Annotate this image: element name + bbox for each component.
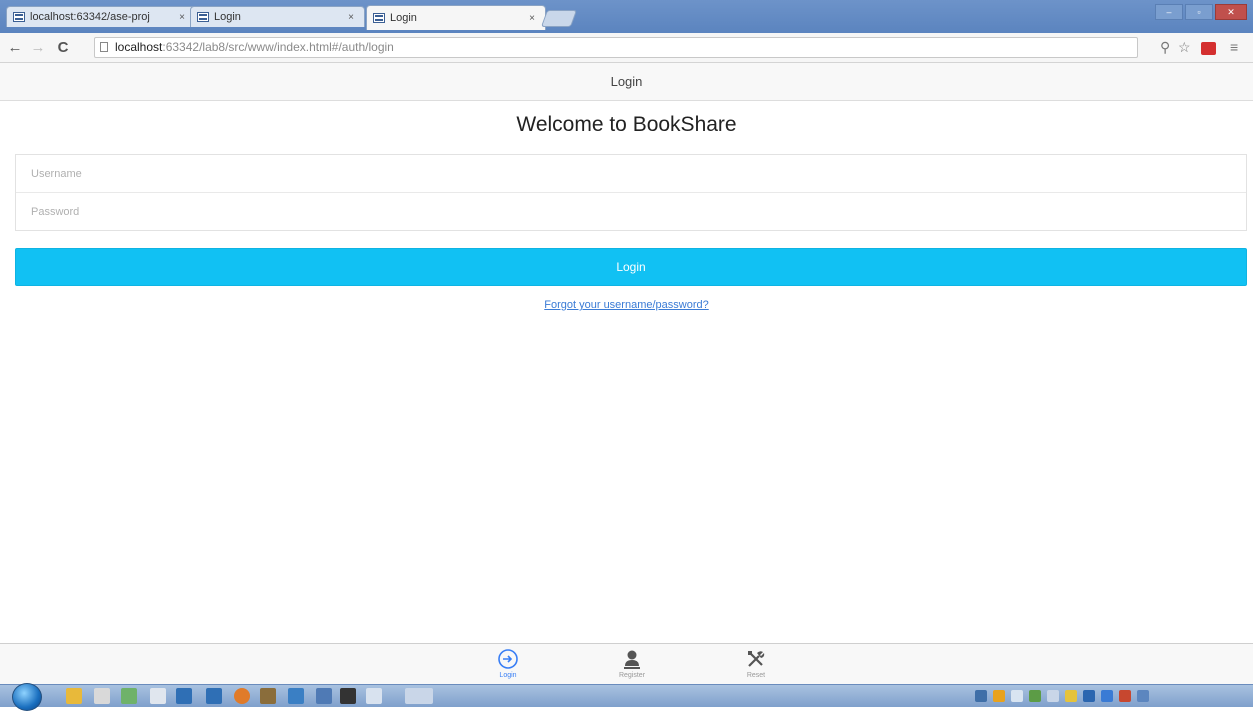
tab-close-icon[interactable]: × bbox=[175, 12, 189, 23]
page-favicon-icon bbox=[373, 13, 385, 23]
reload-button[interactable]: C bbox=[54, 39, 72, 57]
bottom-tab-bar: Login Register Reset bbox=[0, 643, 1253, 684]
tray-icon[interactable] bbox=[1137, 690, 1149, 702]
search-icon[interactable]: ⚲ bbox=[1160, 39, 1170, 56]
login-icon bbox=[478, 648, 538, 670]
tray-icon[interactable] bbox=[1011, 690, 1023, 702]
app-icon[interactable] bbox=[316, 688, 332, 704]
new-tab-button[interactable] bbox=[540, 10, 578, 27]
tab-login-label: Login bbox=[499, 672, 517, 679]
app-icon[interactable] bbox=[366, 688, 382, 704]
close-window-button[interactable]: ✕ bbox=[1215, 4, 1247, 20]
maximize-button[interactable]: ▫ bbox=[1185, 4, 1213, 20]
tray-icon[interactable] bbox=[1083, 690, 1095, 702]
tray-icon[interactable] bbox=[1029, 690, 1041, 702]
app-icon[interactable] bbox=[176, 688, 192, 704]
browser-tab[interactable]: localhost:63342/ase-proj × bbox=[6, 6, 196, 27]
browser-toolbar: ← → C localhost:63342/lab8/src/www/index… bbox=[0, 33, 1253, 63]
browser-tab-active[interactable]: Login × bbox=[366, 5, 546, 30]
browser-app-icon[interactable] bbox=[234, 688, 250, 704]
app-header: Login bbox=[0, 63, 1253, 101]
bookmark-star-icon[interactable]: ☆ bbox=[1178, 39, 1191, 56]
tab-register[interactable]: Register bbox=[602, 648, 662, 679]
login-form bbox=[15, 154, 1247, 231]
browser-tab-label: Login bbox=[390, 12, 417, 24]
browser-tab-label: localhost:63342/ase-proj bbox=[30, 11, 150, 23]
tray-icon[interactable] bbox=[1065, 690, 1077, 702]
tab-login[interactable]: Login bbox=[478, 648, 538, 679]
username-input[interactable] bbox=[31, 168, 1246, 180]
window-controls: – ▫ ✕ bbox=[1153, 4, 1247, 20]
tab-close-icon[interactable]: × bbox=[344, 12, 358, 23]
tray-icon[interactable] bbox=[1119, 690, 1131, 702]
app-icon[interactable] bbox=[94, 688, 110, 704]
tools-icon bbox=[726, 648, 786, 670]
page-favicon-icon bbox=[197, 12, 209, 22]
app-icon[interactable] bbox=[150, 688, 166, 704]
login-button[interactable]: Login bbox=[15, 248, 1247, 286]
tray-icon[interactable] bbox=[1047, 690, 1059, 702]
app-icon[interactable] bbox=[340, 688, 356, 704]
tray-icon[interactable] bbox=[1101, 690, 1113, 702]
forward-button[interactable]: → bbox=[29, 39, 47, 57]
app-icon[interactable] bbox=[288, 688, 304, 704]
tray-icon[interactable] bbox=[975, 690, 987, 702]
page-icon bbox=[100, 42, 108, 52]
address-bar[interactable]: localhost:63342/lab8/src/www/index.html#… bbox=[94, 37, 1138, 58]
welcome-heading: Welcome to BookShare bbox=[516, 113, 737, 136]
app-icon[interactable] bbox=[405, 688, 433, 704]
page-title: Login bbox=[610, 74, 643, 89]
browser-tab[interactable]: Login × bbox=[190, 6, 365, 27]
password-input[interactable] bbox=[31, 206, 1246, 218]
app-icon[interactable] bbox=[260, 688, 276, 704]
tab-reset-label: Reset bbox=[746, 672, 766, 679]
explorer-icon[interactable] bbox=[66, 688, 82, 704]
person-icon bbox=[602, 648, 662, 670]
tab-reset[interactable]: Reset bbox=[726, 648, 786, 679]
username-row bbox=[16, 155, 1246, 193]
browser-tab-label: Login bbox=[214, 11, 241, 23]
forgot-password-link[interactable]: Forgot your username/password? bbox=[544, 299, 708, 311]
address-path: :63342/lab8/src/www/index.html#/auth/log… bbox=[162, 40, 394, 54]
address-host: localhost bbox=[115, 40, 163, 54]
back-button[interactable]: ← bbox=[6, 39, 24, 57]
app-icon[interactable] bbox=[206, 688, 222, 704]
browser-titlebar: localhost:63342/ase-proj × Login × Login… bbox=[0, 0, 1253, 33]
windows-taskbar bbox=[0, 683, 1253, 711]
tab-close-icon[interactable]: × bbox=[525, 13, 539, 24]
tray-icon[interactable] bbox=[993, 690, 1005, 702]
app-icon[interactable] bbox=[121, 688, 137, 704]
page-favicon-icon bbox=[13, 12, 25, 22]
menu-icon[interactable]: ≡ bbox=[1230, 39, 1238, 55]
password-row bbox=[16, 193, 1246, 231]
forgot-row: Forgot your username/password? bbox=[0, 299, 1253, 311]
tab-register-label: Register bbox=[618, 672, 646, 679]
extension-icon[interactable] bbox=[1201, 42, 1216, 55]
minimize-button[interactable]: – bbox=[1155, 4, 1183, 20]
